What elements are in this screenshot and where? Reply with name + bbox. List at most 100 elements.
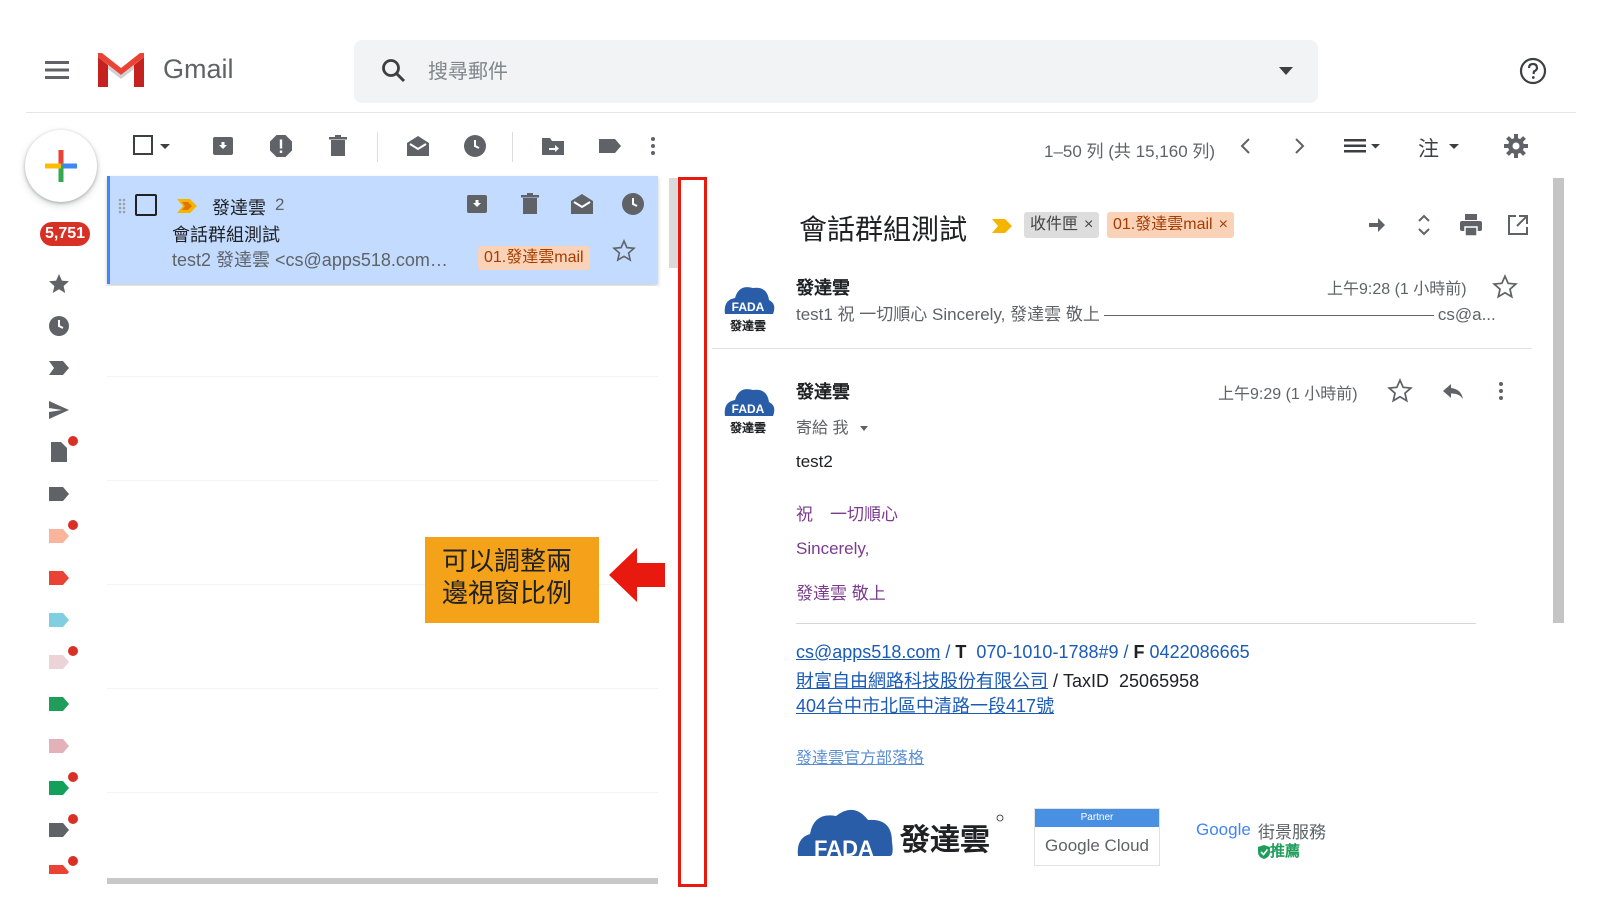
list-horizontal-scrollbar[interactable] [107, 878, 658, 884]
importance-marker-icon[interactable] [176, 198, 198, 214]
label-gray-icon[interactable] [47, 818, 71, 842]
inbox-unread-badge[interactable]: 5,751 [40, 222, 91, 246]
label-rose-icon[interactable] [47, 734, 71, 758]
label-green-icon[interactable] [47, 692, 71, 716]
list-vertical-scrollbar[interactable] [669, 178, 678, 268]
delete-trash-icon[interactable] [325, 133, 351, 159]
search-options-dropdown-icon[interactable] [1278, 66, 1294, 76]
row-star-icon[interactable] [612, 239, 636, 263]
shield-check-icon [1258, 845, 1270, 860]
sender-avatar[interactable]: FADA 發達雲 [719, 280, 777, 336]
thread-checkbox[interactable] [135, 194, 157, 216]
logo-text: FADA [814, 836, 874, 861]
blog-link[interactable]: 發達雲官方部落格 [796, 750, 924, 767]
more-options-icon[interactable] [646, 133, 660, 159]
recipient-details[interactable]: 寄給 我 [796, 414, 869, 438]
row-delete-icon[interactable] [517, 191, 543, 217]
message-sender[interactable]: 發達雲 [796, 274, 850, 300]
reply-icon[interactable] [1440, 378, 1466, 404]
drafts-file-icon[interactable] [47, 440, 71, 464]
gmail-logo-icon[interactable] [96, 51, 146, 89]
open-new-window-icon[interactable] [1505, 212, 1531, 238]
starred-nav-icon[interactable] [47, 272, 71, 296]
input-tools-button[interactable]: 注 [1418, 133, 1468, 161]
message-snippet[interactable]: test1 祝 一切順心 Sincerely, 發達雲 敬上 cs@a... [796, 300, 1496, 325]
google-wordmark: Google [1196, 820, 1251, 839]
row-divider [107, 688, 658, 689]
custom-label-chip[interactable]: 01.發達雲mail × [1107, 212, 1234, 238]
label-pink-icon[interactable] [47, 650, 71, 674]
move-to-icon[interactable] [540, 133, 566, 159]
forward-all-icon[interactable] [1364, 212, 1390, 238]
fax-number[interactable]: 0422086665 [1150, 642, 1250, 662]
avatar-brand-text: 發達雲 [729, 318, 766, 333]
report-spam-icon[interactable] [268, 133, 294, 159]
taxid-value: 25065958 [1119, 671, 1200, 691]
pane-resize-divider[interactable] [678, 177, 707, 887]
row-divider [107, 792, 658, 793]
sender-avatar[interactable]: FADA 發達雲 [719, 382, 777, 438]
label-icon[interactable] [47, 482, 71, 506]
signature-divider [796, 623, 1476, 624]
label-green-icon[interactable] [47, 776, 71, 800]
main-menu-button[interactable] [42, 58, 72, 82]
signature-company-line: 財富自由網路科技股份有限公司 / TaxID 25065958 [796, 667, 1199, 693]
google-cloud-partner-badge[interactable]: Partner Google Cloud [1034, 808, 1160, 866]
select-dropdown-icon[interactable] [158, 133, 172, 159]
labels-icon[interactable] [597, 133, 623, 159]
archive-icon[interactable] [210, 133, 236, 159]
print-icon[interactable] [1458, 212, 1484, 238]
snippet-text: test1 祝 一切順心 Sincerely, 發達雲 敬上 [796, 305, 1100, 324]
snooze-clock-icon[interactable] [462, 133, 488, 159]
search-icon[interactable] [380, 57, 408, 85]
row-mark-read-icon[interactable] [569, 191, 595, 217]
callout-line-1: 可以調整兩 [442, 546, 573, 576]
drag-handle-icon[interactable] [118, 198, 126, 214]
message-more-options-icon[interactable] [1494, 378, 1508, 404]
company-link[interactable]: 財富自由網路科技股份有限公司 [796, 671, 1048, 691]
remove-label-close-icon[interactable]: × [1219, 216, 1228, 233]
select-checkbox[interactable] [131, 133, 157, 159]
help-icon[interactable] [1518, 56, 1548, 86]
inbox-label-chip[interactable]: 收件匣 × [1024, 212, 1100, 238]
next-page-icon[interactable] [1290, 133, 1308, 159]
importance-marker-icon[interactable] [991, 218, 1013, 234]
label-cyan-icon[interactable] [47, 608, 71, 632]
pagination-text: 1–50 列 (共 15,160 列) [1044, 142, 1216, 161]
thread-label-chip[interactable]: 01.發達雲mail [478, 246, 590, 270]
phone-label: T [955, 642, 967, 662]
sent-send-icon[interactable] [47, 398, 71, 422]
label-red-icon[interactable] [47, 566, 71, 590]
search-bar[interactable] [354, 40, 1318, 103]
compose-button[interactable] [25, 130, 97, 202]
label-dot-indicator [68, 814, 78, 824]
expand-collapse-all-icon[interactable] [1411, 212, 1437, 238]
row-snooze-icon[interactable] [620, 191, 646, 217]
chip-label: 收件匣 [1030, 216, 1079, 233]
recipient-chevron-down-icon[interactable] [859, 425, 869, 433]
row-archive-icon[interactable] [464, 191, 490, 217]
message-star-icon[interactable] [1387, 378, 1413, 404]
label-peach-icon[interactable] [47, 524, 71, 548]
snoozed-clock-icon[interactable] [47, 314, 71, 338]
row-divider [107, 480, 658, 481]
search-input[interactable] [428, 54, 1188, 90]
remove-label-close-icon[interactable]: × [1084, 216, 1093, 233]
logo-brand-text: 發達雲 [899, 823, 990, 858]
message-sender[interactable]: 發達雲 [796, 378, 850, 404]
phone-number[interactable]: 070-1010-1788#9 [976, 642, 1118, 662]
email-link[interactable]: cs@apps518.com [796, 642, 940, 662]
thread-row[interactable]: 發達雲 2 會話群組測試 test2 發達雲 <cs@apps518.com… … [107, 176, 658, 284]
fada-brand-logo[interactable]: FADA 發達雲 [796, 798, 1006, 862]
toolbar-separator [377, 132, 378, 162]
previous-page-icon[interactable] [1237, 133, 1255, 159]
density-split-toggle-icon[interactable] [1342, 133, 1382, 159]
settings-gear-icon[interactable] [1503, 133, 1529, 159]
important-nav-icon[interactable] [47, 356, 71, 380]
google-street-view-badge[interactable]: Google 街景服務 推薦 [1196, 812, 1336, 860]
reading-vertical-scrollbar[interactable] [1553, 178, 1564, 623]
address-link[interactable]: 404台中市北區中清路一段417號 [796, 696, 1054, 716]
mark-as-read-icon[interactable] [405, 133, 431, 159]
message-star-icon[interactable] [1492, 274, 1518, 300]
label-dot-indicator [68, 520, 78, 530]
